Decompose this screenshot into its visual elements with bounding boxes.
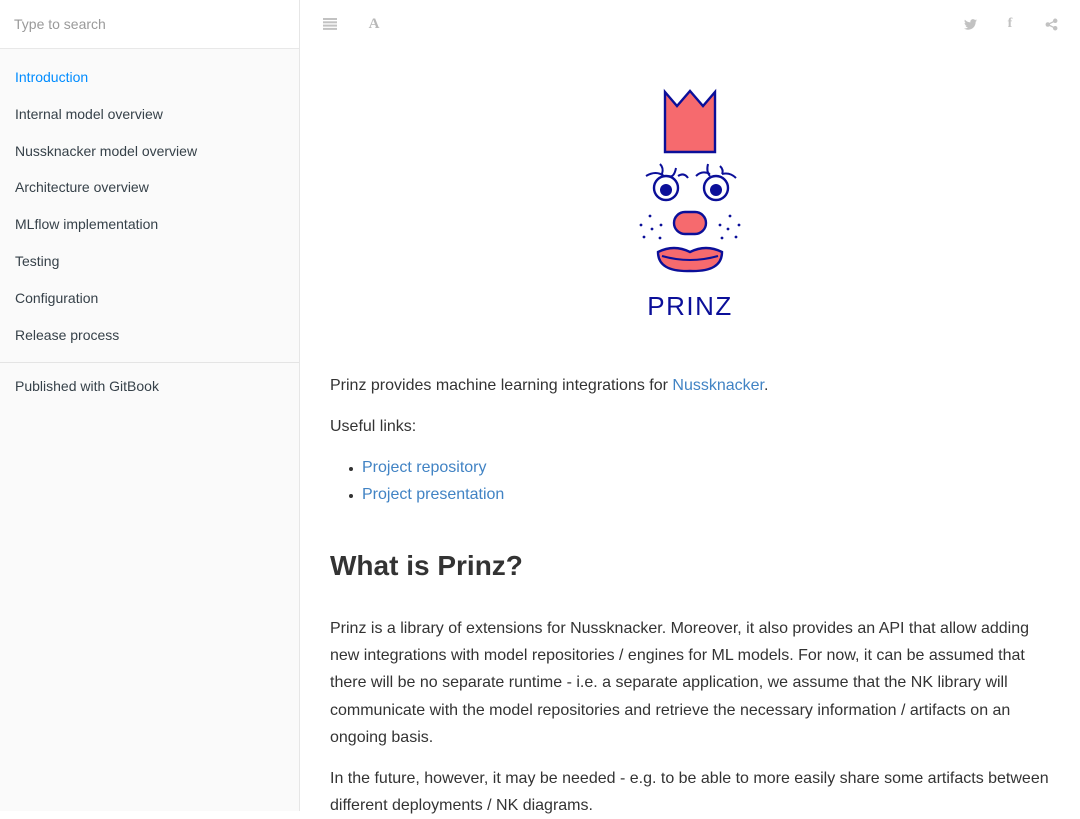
project-repository-link[interactable]: Project repository [362,459,487,476]
sidebar-item-introduction[interactable]: Introduction [0,59,299,96]
sidebar-item-testing[interactable]: Testing [0,243,299,280]
share-button[interactable] [1039,12,1063,36]
intro-paragraph: Prinz provides machine learning integrat… [330,372,1050,399]
sidebar-item-release-process[interactable]: Release process [0,317,299,354]
sidebar-item-internal-model-overview[interactable]: Internal model overview [0,96,299,133]
twitter-icon [963,18,977,30]
intro-text: Prinz provides machine learning integrat… [330,377,673,394]
useful-links-label: Useful links: [330,418,417,435]
published-with-gitbook-link[interactable]: Published with GitBook [0,363,299,409]
useful-links-list: Project repository Project presentation [330,454,504,508]
prinz-logo: PRINZ [639,88,741,320]
facebook-share-button[interactable]: f [998,12,1022,36]
list-item: Project presentation [330,481,504,508]
list-item: Project repository [330,454,504,481]
project-presentation-link[interactable]: Project presentation [362,486,504,503]
sidebar-item-configuration[interactable]: Configuration [0,280,299,317]
sidebar: Introduction Internal model overview Nus… [0,0,300,811]
search-input[interactable] [14,16,274,32]
what-is-prinz-paragraph: Prinz is a library of extensions for Nus… [330,620,1030,746]
sidebar-item-mlflow-implementation[interactable]: MLflow implementation [0,206,299,243]
font-settings-icon: A [368,15,380,32]
sidebar-nav: Introduction Internal model overview Nus… [0,49,299,353]
twitter-share-button[interactable] [958,12,982,36]
sidebar-item-nussknacker-model-overview[interactable]: Nussknacker model overview [0,133,299,170]
intro-suffix: . [764,377,769,394]
facebook-icon: f [1007,16,1013,31]
toggle-sidebar-icon [323,18,337,30]
font-settings-button[interactable]: A [362,12,386,36]
section-heading: What is Prinz? [330,550,523,581]
logo-text: PRINZ [647,291,733,320]
share-icon [1045,18,1057,30]
search-bar [0,0,299,49]
toggle-sidebar-button[interactable] [318,12,342,36]
nussknacker-link[interactable]: Nussknacker [672,377,764,394]
book-header: A f [300,0,1080,48]
sidebar-item-architecture-overview[interactable]: Architecture overview [0,169,299,206]
